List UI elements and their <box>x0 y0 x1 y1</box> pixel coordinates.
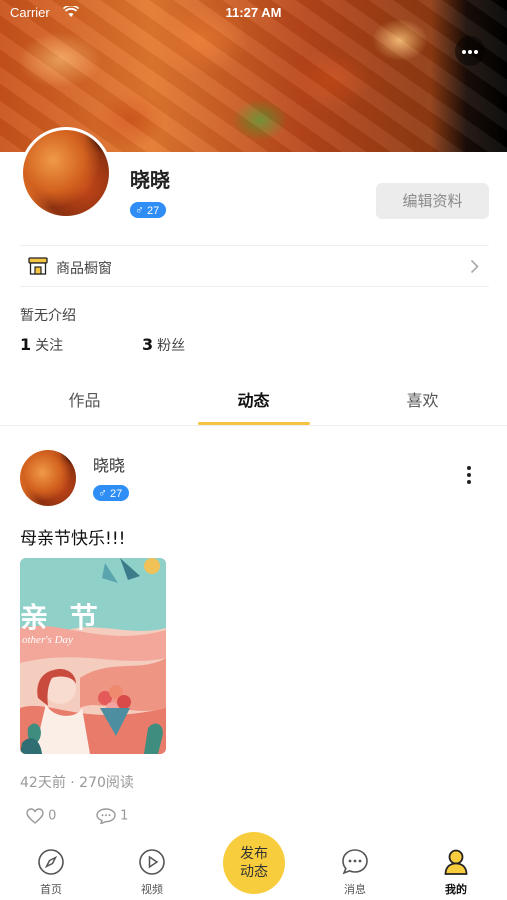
image-caption: 亲 节 <box>20 601 104 634</box>
shop-icon <box>28 257 48 275</box>
following-stat[interactable]: 1 关注 <box>20 335 63 355</box>
comment-count: 1 <box>120 808 129 824</box>
user-icon <box>444 849 468 875</box>
play-icon <box>139 849 165 875</box>
bottom-nav: 首页 视频 发布 动态 消息 我的 <box>0 832 507 900</box>
active-tab-indicator <box>198 422 310 425</box>
profile-tabs: 作品 动态 喜欢 <box>0 380 507 426</box>
like-button[interactable]: 0 <box>26 808 56 824</box>
shop-window-row[interactable]: 商品橱窗 <box>20 245 489 287</box>
tab-likes[interactable]: 喜欢 <box>338 387 507 411</box>
nav-messages-label: 消息 <box>344 883 366 896</box>
chat-icon <box>342 849 368 875</box>
nav-home[interactable]: 首页 <box>11 848 91 897</box>
comment-button[interactable]: 1 <box>96 808 129 825</box>
post-author-name[interactable]: 晓晓 <box>93 452 125 476</box>
nav-me-label: 我的 <box>445 883 467 896</box>
post-meta: 42天前 · 270阅读 <box>20 775 134 791</box>
post-text: 母亲节快乐!!! <box>20 529 126 549</box>
publish-button[interactable]: 发布 动态 <box>223 832 285 894</box>
post-more-icon[interactable] <box>466 466 472 484</box>
profile-avatar[interactable] <box>20 127 112 219</box>
mothers-day-illustration <box>20 558 166 754</box>
post-age-value: 27 <box>110 488 123 500</box>
nav-video[interactable]: 视频 <box>112 848 192 897</box>
shop-window-label: 商品橱窗 <box>56 261 112 277</box>
nav-video-label: 视频 <box>141 883 163 896</box>
publish-line1: 发布 <box>240 846 268 862</box>
image-subcaption: other's Day <box>22 634 73 646</box>
age-value: 27 <box>147 205 160 217</box>
nav-home-label: 首页 <box>40 883 62 896</box>
clock: 11:27 AM <box>225 5 282 20</box>
profile-name: 晓晓 <box>130 168 170 192</box>
comment-icon <box>96 808 116 825</box>
followers-count: 3 <box>142 335 154 354</box>
male-icon: ♂ <box>135 203 144 217</box>
publish-line2: 动态 <box>240 864 268 880</box>
chevron-right-icon <box>470 259 479 274</box>
tab-moments[interactable]: 动态 <box>169 387 338 411</box>
following-label: 关注 <box>35 338 64 354</box>
post-image[interactable]: 亲 节 other's Day <box>20 558 166 754</box>
male-icon: ♂ <box>98 486 107 500</box>
edit-profile-button[interactable]: 编辑资料 <box>376 183 489 219</box>
more-options-button[interactable] <box>455 36 485 66</box>
tab-works[interactable]: 作品 <box>0 387 169 411</box>
followers-label: 粉丝 <box>157 338 186 354</box>
nav-messages[interactable]: 消息 <box>315 848 395 897</box>
post-gender-age-badge: ♂ 27 <box>93 485 130 501</box>
status-bar: Carrier 11:27 AM <box>0 0 507 28</box>
post-author-avatar[interactable] <box>20 450 76 506</box>
following-count: 1 <box>20 335 32 354</box>
profile-intro: 暂无介绍 <box>20 308 76 324</box>
followers-stat[interactable]: 3 粉丝 <box>142 335 185 355</box>
heart-icon <box>26 808 44 824</box>
gender-age-badge: ♂ 27 <box>130 202 167 218</box>
nav-me[interactable]: 我的 <box>416 848 496 897</box>
compass-icon <box>38 849 64 875</box>
like-count: 0 <box>48 808 57 824</box>
